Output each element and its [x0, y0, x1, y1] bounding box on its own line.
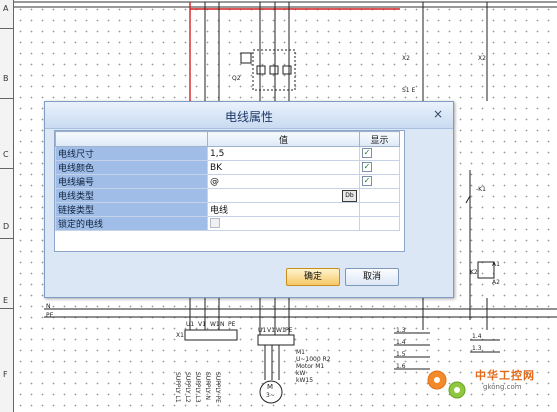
cancel-button[interactable]: 取消 — [345, 268, 399, 286]
motor-text-kw15: kW15 — [296, 377, 314, 384]
property-name: 电线尺寸 — [55, 146, 208, 161]
watermark-text: 中华工控网 — [475, 369, 535, 382]
show-cell: ✓ — [359, 174, 400, 189]
terminal-w1: W1 — [210, 321, 220, 328]
a1-label: A1 — [492, 261, 500, 268]
supply-label-pe: SUPPLY PE — [214, 372, 221, 403]
ruler-tick — [0, 28, 13, 29]
terminal-n: N — [220, 321, 225, 328]
row-letter-b: B — [3, 74, 9, 83]
q2-label: Q2 — [232, 75, 241, 82]
show-cell — [359, 202, 400, 217]
ok-button[interactable]: 确定 — [286, 268, 340, 286]
column-header-show: 显示 — [359, 131, 400, 147]
dialog-title: 电线属性 — [224, 110, 273, 124]
x1-label: X1 — [176, 332, 184, 339]
show-checkbox[interactable]: ✓ — [362, 148, 372, 159]
k1-label: -K1 — [476, 186, 486, 193]
terminal-v1: V1 — [198, 321, 206, 328]
row-letter-a: A — [3, 4, 9, 13]
dialog-titlebar[interactable]: 电线属性 × — [45, 102, 453, 129]
wire-properties-dialog: 电线属性 × 值 显示 电线尺寸 1,5 ✓ 电线颜色 BK ✓ 电线编号 @ … — [44, 101, 454, 298]
property-name: 电线编号 — [55, 174, 208, 189]
motor-phase: 3~ — [266, 392, 275, 399]
contact-label: 1.5 — [396, 351, 406, 358]
property-value[interactable]: @ — [207, 174, 360, 189]
motor-symbol: M — [267, 383, 274, 391]
motor-terminal-v1: V1 — [267, 327, 275, 334]
contact-label: 1.6 — [396, 363, 406, 370]
row-letter-f: F — [3, 370, 8, 379]
property-table: 值 显示 电线尺寸 1,5 ✓ 电线颜色 BK ✓ 电线编号 @ ✓ 电线类型 … — [55, 131, 400, 231]
s1-label: S1 E — [402, 87, 416, 94]
terminal-u1: U1 — [186, 321, 195, 328]
property-value[interactable]: 电线 — [207, 202, 360, 217]
property-grid: 值 显示 电线尺寸 1,5 ✓ 电线颜色 BK ✓ 电线编号 @ ✓ 电线类型 … — [54, 130, 405, 252]
close-icon[interactable]: × — [430, 106, 446, 122]
show-cell: ✓ — [359, 146, 400, 161]
terminal-pe: PE — [228, 321, 236, 328]
property-name: 锁定的电线 — [55, 216, 208, 231]
motor-terminal-u1: U1 — [258, 327, 267, 334]
rail-pe-label: PE — [46, 312, 54, 319]
contact-label: 1.4 — [396, 339, 406, 346]
x2-label: X2 — [402, 55, 410, 62]
show-cell — [359, 188, 400, 203]
rail-n-label: N — [46, 303, 51, 310]
motor-terminal-pe: PE — [285, 327, 293, 334]
table-row: 电线编号 @ ✓ — [55, 174, 400, 189]
ruler-tick — [0, 98, 13, 99]
table-row: 链接类型 电线 — [55, 202, 400, 217]
show-checkbox[interactable]: ✓ — [362, 176, 372, 187]
watermark-url: gkong.com — [483, 383, 522, 391]
gear-logo-icon — [427, 370, 466, 399]
supply-label-l3: SUPPLY L3 — [194, 372, 201, 403]
column-header-name — [55, 131, 208, 147]
show-cell: ✓ — [359, 160, 400, 175]
property-name: 链接类型 — [55, 202, 208, 217]
property-value-cell[interactable]: Db — [207, 188, 360, 203]
table-row: 电线颜色 BK ✓ — [55, 160, 400, 175]
supply-label-l1: SUPPLY L1 — [174, 372, 181, 403]
show-checkbox[interactable]: ✓ — [362, 162, 372, 173]
row-letter-d: D — [3, 222, 10, 231]
table-row: 电线尺寸 1,5 ✓ — [55, 146, 400, 161]
supply-label-l2: SUPPLY L2 — [184, 372, 191, 403]
k2-label: K2 — [470, 269, 478, 276]
table-row: 锁定的电线 — [55, 216, 400, 231]
table-row: 电线类型 Db — [55, 188, 400, 203]
a2-label: A2 — [492, 279, 500, 286]
lock-checkbox[interactable] — [210, 218, 220, 229]
row-ruler: A B C D E F — [0, 0, 14, 412]
show-cell — [359, 216, 400, 231]
row-letter-e: E — [3, 296, 9, 305]
property-value[interactable]: 1,5 — [207, 146, 360, 161]
contact-label: 1.4 — [472, 333, 482, 340]
property-value-cell[interactable] — [207, 216, 360, 231]
ruler-tick — [0, 308, 13, 309]
contact-label: 1.3 — [396, 327, 406, 334]
property-name: 电线颜色 — [55, 160, 208, 175]
property-name: 电线类型 — [55, 188, 208, 203]
row-letter-c: C — [3, 150, 9, 159]
contact-label: 1.3 — [472, 345, 482, 352]
database-browse-button[interactable]: Db — [342, 190, 357, 202]
property-value[interactable]: BK — [207, 160, 360, 175]
supply-label-n: SUPPLY N — [204, 372, 211, 401]
column-header-value: 值 — [207, 131, 360, 147]
x2-label-right: X2 — [478, 55, 486, 62]
ruler-tick — [0, 238, 13, 239]
ruler-tick — [0, 168, 13, 169]
